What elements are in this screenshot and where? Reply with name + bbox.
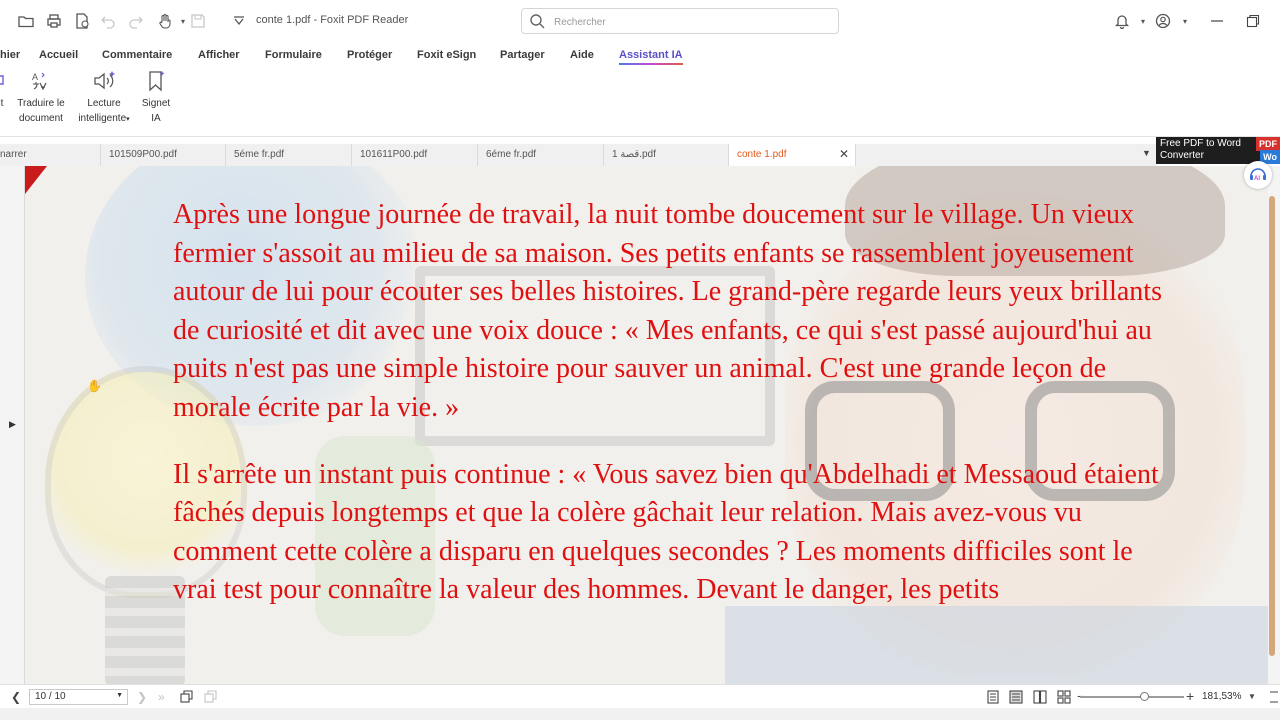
menu-proteger[interactable]: Protéger — [347, 49, 392, 61]
hand-cursor-icon: ✋ — [87, 379, 102, 393]
redo-icon[interactable] — [126, 11, 146, 31]
menu-assistant-ia[interactable]: Assistant IA — [619, 49, 683, 65]
smart-reading-button[interactable]: Lecture intelligente▾ — [72, 70, 136, 127]
window-title: conte 1.pdf - Foxit PDF Reader — [256, 14, 409, 26]
paragraph: Après une longue journée de travail, la … — [173, 199, 1162, 423]
page-corner-mark — [25, 166, 47, 194]
copy-pages-icon[interactable] — [180, 690, 194, 707]
search-box[interactable] — [521, 8, 839, 34]
pdf-page[interactable]: Après une longue journée de travail, la … — [25, 166, 1268, 684]
last-page-icon[interactable]: » — [158, 690, 165, 704]
continuous-view-icon[interactable] — [1009, 690, 1023, 707]
document-tab-strip: narrer 101509P00.pdf 5éme fr.pdf 101611P… — [0, 144, 1156, 166]
tab-101509P00[interactable]: 101509P00.pdf — [101, 144, 226, 166]
menu-fichier[interactable]: hier — [0, 49, 20, 61]
open-folder-icon[interactable] — [16, 11, 36, 31]
tab-5eme-fr[interactable]: 5éme fr.pdf — [226, 144, 352, 166]
zoom-slider[interactable] — [1080, 692, 1184, 701]
menu-commentaire[interactable]: Commentaire — [102, 49, 172, 61]
bookmark-icon — [149, 71, 165, 92]
vertical-scrollbar[interactable] — [1268, 166, 1280, 684]
print-icon[interactable] — [44, 11, 64, 31]
search-input[interactable] — [552, 13, 836, 31]
tab-6eme-fr[interactable]: 6éme fr.pdf — [478, 144, 604, 166]
translate-document-button[interactable]: A Traduire le document — [12, 70, 70, 126]
tab-101611P00[interactable]: 101611P00.pdf — [352, 144, 478, 166]
svg-text:AI: AI — [1254, 176, 1260, 182]
restore-window-icon[interactable] — [1243, 11, 1263, 31]
notification-dropdown-icon[interactable]: ▾ — [1133, 11, 1153, 31]
menu-accueil[interactable]: Accueil — [39, 49, 78, 61]
save-icon[interactable] — [188, 11, 208, 31]
search-icon — [529, 13, 545, 34]
title-bar: ▾ conte 1.pdf - Foxit PDF Reader ▾ ▾ — [0, 0, 1280, 43]
translate-icon: A — [32, 72, 47, 91]
left-panel: ▶ — [0, 166, 24, 684]
paste-pages-icon[interactable] — [204, 690, 218, 707]
tab-narrer[interactable]: narrer — [0, 144, 101, 166]
zoom-slider-knob[interactable] — [1140, 692, 1150, 701]
page-number-field[interactable]: 10 / 10 ▼ — [29, 689, 128, 705]
hand-tool-icon[interactable] — [155, 11, 175, 31]
minimize-icon[interactable] — [1207, 11, 1227, 31]
tab-qissa-1[interactable]: 1 قصة.pdf — [604, 144, 729, 166]
menu-bar: hier Accueil Commentaire Afficher Formul… — [0, 43, 1280, 68]
zoom-dropdown-icon[interactable]: ▼ — [1248, 692, 1256, 701]
menu-afficher[interactable]: Afficher — [198, 49, 240, 61]
new-document-icon[interactable] — [72, 11, 92, 31]
page-dropdown-icon[interactable]: ▼ — [116, 692, 123, 699]
close-tab-icon[interactable]: ✕ — [839, 147, 849, 161]
taskbar-strip — [0, 708, 1280, 720]
account-icon[interactable] — [1153, 11, 1173, 31]
paragraph: Il s'arrête un instant puis continue : «… — [173, 458, 1159, 606]
next-page-icon[interactable]: ❯ — [137, 690, 147, 704]
previous-page-icon[interactable]: ❮ — [11, 690, 21, 704]
scrollbar-thumb[interactable] — [1269, 196, 1275, 656]
page-text-body: Après une longue journée de travail, la … — [173, 196, 1163, 638]
pdf-badge: PDF — [1256, 137, 1280, 151]
pdf-to-word-promo[interactable]: Free PDF to Word Converter PDF Wo — [1156, 137, 1280, 164]
ai-assistant-float-button[interactable]: AI — [1244, 161, 1272, 189]
account-dropdown-icon[interactable]: ▾ — [1175, 11, 1195, 31]
single-page-view-icon[interactable] — [986, 690, 1000, 707]
zoom-in-icon[interactable]: + — [1186, 688, 1194, 704]
svg-text:A: A — [32, 72, 38, 82]
undo-icon[interactable] — [98, 11, 118, 31]
notification-bell-icon[interactable] — [1112, 11, 1132, 31]
ribbon-partial-button[interactable]: t — [0, 70, 8, 111]
menu-partager[interactable]: Partager — [500, 49, 545, 61]
smart-reading-dropdown-icon[interactable]: ▾ — [126, 116, 130, 123]
expand-panel-icon[interactable]: ▶ — [9, 419, 16, 430]
fit-page-icon[interactable] — [1268, 690, 1280, 707]
speaker-icon — [94, 71, 115, 90]
ribbon-toolbar: t A Traduire le document Lecture intelli… — [0, 68, 1280, 137]
ai-headset-icon: AI — [1250, 168, 1266, 182]
menu-formulaire[interactable]: Formulaire — [265, 49, 322, 61]
menu-aide[interactable]: Aide — [570, 49, 594, 61]
zoom-level[interactable]: 181,53% — [1202, 691, 1241, 702]
partial-tool-icon — [0, 75, 4, 85]
menu-foxit-esign[interactable]: Foxit eSign — [417, 49, 476, 61]
status-bar: ❮ 10 / 10 ▼ ❯ » − + 181,53% ▼ — [0, 684, 1280, 709]
ai-bookmark-button[interactable]: Signet IA — [138, 70, 174, 126]
document-viewport[interactable]: ▶ Après une longue journée de travail, l… — [0, 166, 1280, 684]
continuous-facing-view-icon[interactable] — [1057, 690, 1071, 707]
facing-view-icon[interactable] — [1033, 690, 1047, 707]
tab-list-dropdown-icon[interactable]: ▼ — [1142, 148, 1151, 158]
tab-conte-1[interactable]: conte 1.pdf ✕ — [729, 144, 856, 166]
customize-toolbar-icon[interactable] — [229, 11, 249, 31]
